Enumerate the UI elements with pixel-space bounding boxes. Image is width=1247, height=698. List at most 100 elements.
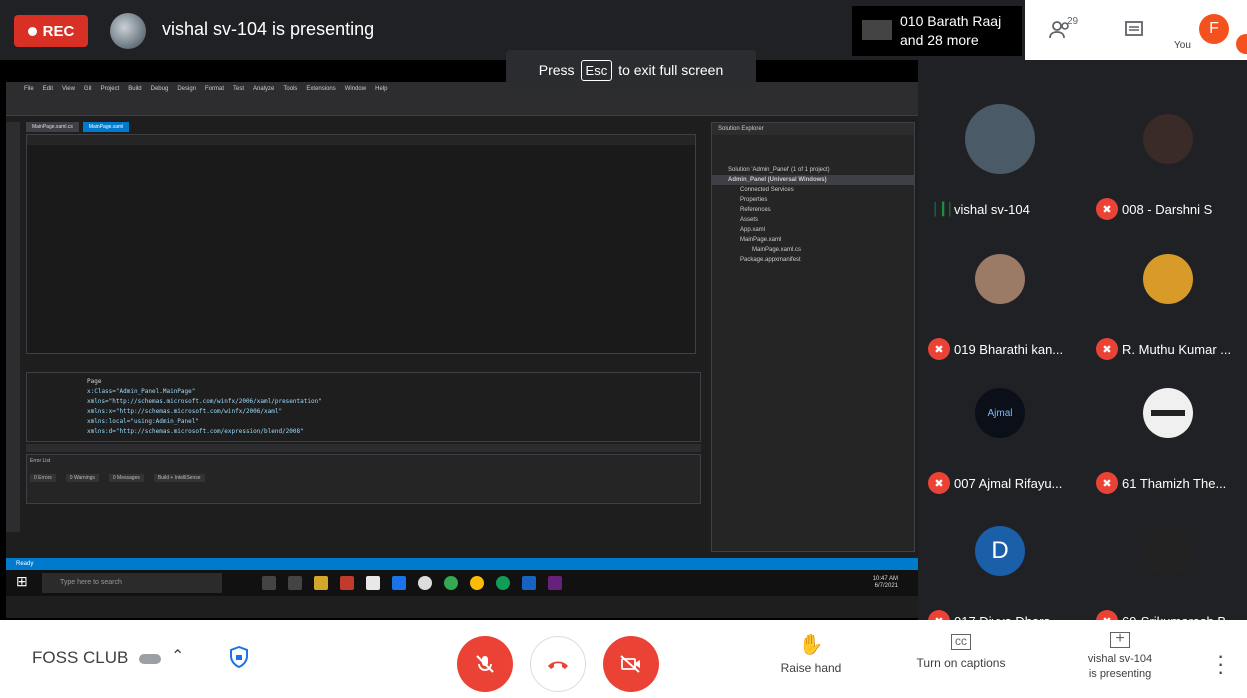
vs-tab-active: MainPage.xaml — [82, 122, 130, 132]
xaml-line: Page — [87, 378, 102, 385]
participant-name: R. Muthu Kumar ... — [1122, 342, 1232, 357]
esc-key-label: Esc — [580, 59, 613, 81]
vs-side-strip — [6, 122, 20, 532]
shared-screen: File Edit View Git Project Build Debug Design Fo… — [0, 60, 918, 620]
meeting-details-button[interactable]: FOSS CLUB — [32, 648, 162, 668]
taskbar-app-icon — [522, 576, 536, 590]
solution-item: Assets — [740, 217, 759, 223]
taskbar-app-icon — [288, 576, 302, 590]
solution-item: Package.appxmanifest — [740, 257, 801, 263]
xaml-line: xmlns:x="http://schemas.microsoft.com/wi… — [87, 408, 283, 415]
present-now-button[interactable]: + vishal sv-104 is presenting — [1074, 631, 1166, 682]
leave-call-button[interactable] — [530, 636, 586, 692]
chat-button[interactable] — [1118, 14, 1150, 46]
participant-avatar — [975, 254, 1025, 304]
recording-label: REC — [42, 22, 75, 40]
vs-design-canvas — [27, 145, 695, 353]
solution-item: Solution 'Admin_Panel' (1 of 1 project) — [728, 167, 830, 173]
camera-off-icon — [620, 655, 640, 673]
error-filters: 0 Errors 0 Warnings 0 Messages Build + I… — [30, 474, 697, 482]
clock-time: 10:47 AM — [872, 576, 898, 582]
participant-avatar — [1143, 254, 1193, 304]
participant-name: 007 Ajmal Rifayu... — [954, 476, 1063, 491]
taskbar-app-icon — [366, 576, 380, 590]
vs-menu-item: View — [62, 86, 75, 92]
self-avatar[interactable]: F — [1199, 14, 1229, 44]
vs-editor-tabs: MainPage.xaml.cs MainPage.xaml — [26, 122, 130, 132]
solution-item: Admin_Panel (Universal Windows) — [712, 175, 914, 185]
participant-tile[interactable]: ✖ 61 Thamizh The... — [1088, 368, 1247, 498]
participant-avatar — [965, 104, 1035, 174]
vs-menu-item: Tools — [283, 86, 298, 92]
avatar-logo-bar — [1151, 410, 1185, 416]
participant-grid: │┃│ vishal sv-104 ✖ 008 - Darshni S ✖ 01… — [918, 60, 1247, 632]
captions-button[interactable]: cc Turn on captions — [905, 632, 1017, 670]
vs-error-list: Error List 0 Errors 0 Warnings 0 Message… — [26, 454, 701, 504]
raise-hand-label: Raise hand — [780, 661, 842, 675]
vs-menu-item: Design — [177, 86, 196, 92]
mic-toggle-button[interactable] — [457, 636, 513, 692]
taskbar-app-icon — [392, 576, 406, 590]
record-dot-icon — [27, 26, 37, 36]
taskbar-app-icon — [444, 576, 458, 590]
participant-avatar — [1143, 526, 1193, 576]
meet-bottom-bar: FOSS CLUB ⌃ ✋ Raise hand cc Turn on capt… — [0, 620, 1247, 698]
vs-solution-explorer: Solution Explorer Solution 'Admin_Panel'… — [711, 122, 915, 552]
more-options-icon[interactable]: · · · — [1217, 645, 1224, 683]
participant-tile[interactable]: ✖ 019 Bharathi kan... — [920, 234, 1080, 364]
raise-hand-button[interactable]: ✋ Raise hand — [776, 632, 846, 675]
shield-icon — [230, 646, 248, 668]
xaml-line: xmlns="http://schemas.microsoft.com/winf… — [87, 398, 322, 405]
participant-tile[interactable]: D ✖ 017 Divya Dhars... — [920, 506, 1080, 636]
participant-avatar: D — [975, 526, 1025, 576]
taskbar-app-icon — [548, 576, 562, 590]
xaml-line: xmlns:local="using:Admin_Panel" — [87, 418, 199, 425]
vs-menu-item: Help — [375, 86, 388, 92]
clock-date: 6/7/2021 — [874, 583, 898, 589]
solution-item: MainPage.xaml.cs — [752, 247, 802, 253]
avatar-initial: D — [991, 537, 1009, 564]
present-screen-icon: + — [1110, 631, 1130, 648]
error-list-title: Error List — [30, 458, 51, 464]
participant-name: vishal sv-104 — [954, 202, 1030, 217]
captions-icon: cc — [951, 634, 971, 650]
participant-tile[interactable]: ✖ 008 - Darshni S — [1088, 94, 1247, 224]
solution-item: MainPage.xaml — [740, 237, 782, 243]
participant-avatar — [1143, 114, 1193, 164]
taskbar-app-icon — [496, 576, 510, 590]
presenter-title: vishal sv-104 is presenting — [162, 19, 375, 39]
participant-tile[interactable]: Ajmal ✖ 007 Ajmal Rifayu... — [920, 368, 1080, 498]
tile-name-line2: and 28 more — [900, 32, 979, 48]
solution-item: App.xaml — [740, 227, 766, 233]
participant-avatar: Ajmal — [975, 388, 1025, 438]
participant-name: 019 Bharathi kan... — [954, 342, 1064, 357]
camera-toggle-button[interactable] — [603, 636, 659, 692]
vs-xaml-editor: Page x:Class="Admin_Panel.MainPage" xmln… — [26, 372, 701, 442]
messages-chip: 0 Messages — [108, 474, 144, 482]
captions-label: Turn on captions — [916, 656, 1006, 670]
taskbar-search: Type here to search — [42, 573, 222, 593]
xaml-line: xmlns:d="http://schemas.microsoft.com/ex… — [87, 428, 304, 435]
taskbar-app-icon — [340, 576, 354, 590]
recording-badge: REC — [14, 15, 88, 47]
tile-name: 010 Barath Raaj and 28 more — [900, 12, 1001, 50]
solution-item: Properties — [740, 197, 768, 203]
chevron-up-icon[interactable]: ⌃ — [171, 646, 184, 666]
fullscreen-hint: Press Esc to exit full screen — [506, 50, 756, 90]
mic-off-icon: ✖ — [1096, 338, 1118, 360]
participant-name: 61 Thamizh The... — [1122, 476, 1227, 491]
participant-tile[interactable]: ✖ R. Muthu Kumar ... — [1088, 234, 1247, 364]
vs-design-surface — [26, 134, 696, 354]
participant-name: 008 - Darshni S — [1122, 202, 1213, 217]
vs-menu-item: Debug — [150, 86, 169, 92]
participant-tile[interactable]: │┃│ vishal sv-104 — [920, 94, 1080, 224]
vs-menu-item: Build — [128, 86, 142, 92]
vs-menu-item: Extensions — [306, 86, 336, 92]
participant-tile[interactable]: ✖ 69-Srikumaresh B — [1088, 506, 1247, 636]
participant-tile-preview[interactable]: 010 Barath Raaj and 28 more — [852, 6, 1022, 56]
people-count: 29 — [1067, 16, 1079, 27]
taskbar-app-icon — [418, 576, 432, 590]
you-label: You — [1174, 40, 1191, 51]
host-controls-shield-icon[interactable] — [226, 644, 252, 670]
vs-menu-item: Git — [83, 86, 92, 92]
